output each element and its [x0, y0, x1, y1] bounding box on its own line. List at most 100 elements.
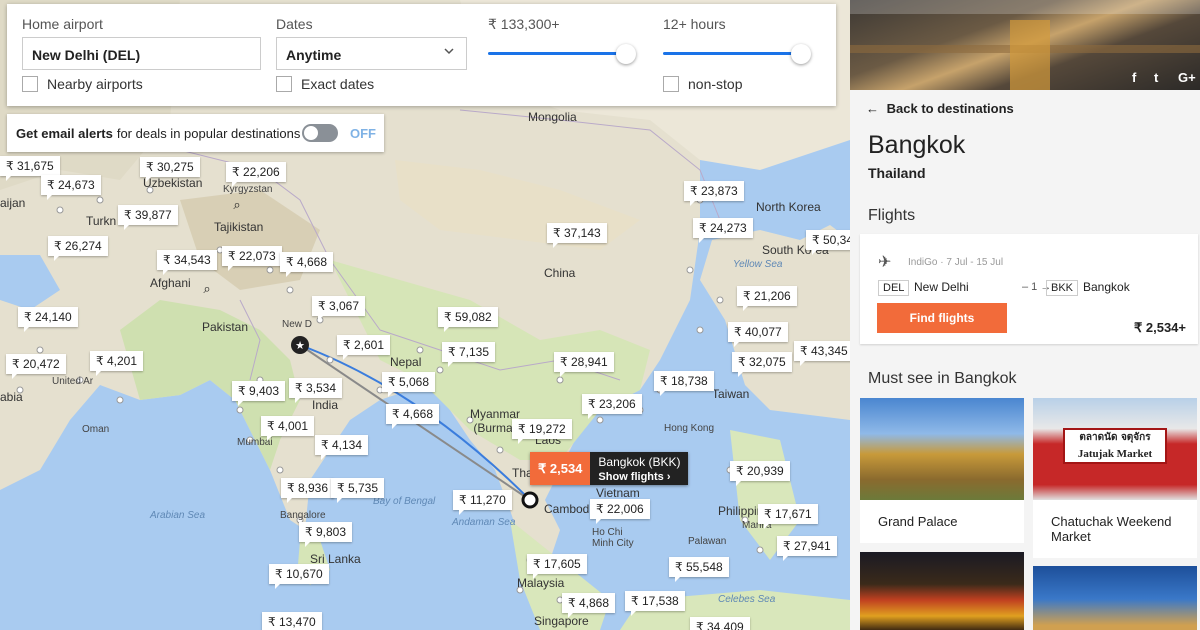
price-tag[interactable]: ₹ 37,143: [547, 223, 607, 248]
checkbox-box[interactable]: [663, 76, 679, 92]
price-slider[interactable]: [488, 44, 636, 64]
price-tag[interactable]: ₹ 8,936: [281, 478, 334, 503]
destination-popup[interactable]: ₹ 2,534 Bangkok (BKK) Show flights ›: [530, 452, 689, 485]
price-tag[interactable]: ₹ 13,470: [262, 612, 322, 630]
price-tag[interactable]: ₹ 17,605: [527, 554, 587, 579]
sign-text: ตลาดนัด จตุจักร: [1079, 432, 1151, 443]
price-tag[interactable]: ₹ 7,135: [442, 342, 495, 367]
twitter-icon[interactable]: t: [1154, 70, 1158, 85]
home-airport-input[interactable]: New Delhi (DEL): [22, 37, 261, 70]
price-tag[interactable]: ₹ 9,403: [232, 381, 285, 406]
price-tag[interactable]: ₹ 4,868: [562, 593, 615, 618]
price-tag[interactable]: ₹ 17,671: [758, 504, 818, 529]
sight-card[interactable]: Grand Palace: [860, 398, 1024, 543]
destination-city-name: Bangkok: [1083, 280, 1130, 294]
price-tag[interactable]: ₹ 11,270: [453, 490, 512, 515]
price-tag[interactable]: ₹ 4,668: [280, 252, 333, 277]
price-tag[interactable]: ₹ 4,134: [315, 435, 368, 460]
map-label: Ho Chi Minh City: [592, 527, 634, 549]
airline-dates: IndiGo · 7 Jul - 15 Jul: [908, 257, 1004, 268]
map-label: Tajikistan: [214, 220, 264, 234]
checkbox-box[interactable]: [22, 76, 38, 92]
price-tag[interactable]: ₹ 30,275: [140, 157, 200, 182]
price-tag[interactable]: ₹ 19,272: [512, 419, 572, 444]
price-tag[interactable]: ₹ 20,472: [6, 354, 66, 379]
price-tag[interactable]: ₹ 23,873: [684, 181, 744, 206]
price-tag[interactable]: ₹ 20,939: [730, 461, 790, 486]
price-tag[interactable]: ₹ 28,941: [554, 352, 614, 377]
price-tag[interactable]: ₹ 9,803: [299, 522, 352, 547]
price-tag[interactable]: ₹ 22,206: [226, 162, 286, 187]
exact-dates-checkbox[interactable]: Exact dates: [276, 76, 374, 92]
price-tag[interactable]: ₹ 4,668: [386, 404, 439, 429]
price-tag[interactable]: ₹ 24,673: [41, 175, 101, 200]
price-tag[interactable]: ₹ 24,273: [693, 218, 753, 243]
price-tag[interactable]: ₹ 5,735: [331, 478, 384, 503]
map-label: Bangalore: [280, 510, 326, 521]
alerts-title: Get email alerts: [16, 125, 113, 141]
price-tag[interactable]: ₹ 26,274: [48, 236, 108, 261]
price-tag[interactable]: ₹ 39,877: [118, 205, 178, 230]
price-tag[interactable]: ₹ 40,077: [728, 322, 788, 347]
plane-icon: ✈: [878, 254, 892, 271]
sight-card[interactable]: [1033, 566, 1197, 630]
price-tag[interactable]: ₹ 4,201: [90, 351, 143, 376]
price-tag[interactable]: ₹ 22,073: [222, 246, 282, 271]
google-plus-icon[interactable]: G+: [1178, 70, 1196, 85]
price-tag[interactable]: ₹ 31,675: [0, 156, 60, 181]
price-tag[interactable]: ₹ 24,140: [18, 307, 78, 332]
map-label: North Korea: [756, 200, 821, 214]
search-icon[interactable]: ⌕: [198, 280, 216, 298]
sight-image: ตลาดนัด จตุจักร Jatujak Market: [1033, 398, 1197, 500]
price-tag[interactable]: ₹ 21,206: [737, 286, 797, 311]
duration-slider[interactable]: [663, 44, 811, 64]
show-flights-link[interactable]: Show flights ›: [598, 471, 680, 483]
map-label: Singapore: [534, 614, 589, 628]
slider-handle[interactable]: [791, 44, 811, 64]
sight-card[interactable]: [860, 552, 1024, 630]
email-alerts-toggle[interactable]: [302, 124, 338, 142]
price-tag[interactable]: ₹ 23,206: [582, 394, 642, 419]
price-tag[interactable]: ₹ 18,738: [654, 371, 714, 396]
toggle-knob[interactable]: [304, 126, 318, 140]
price-tag[interactable]: ₹ 55,548: [669, 557, 729, 582]
price-tag[interactable]: ₹ 5,068: [382, 372, 435, 397]
nearby-airports-checkbox[interactable]: Nearby airports: [22, 76, 143, 92]
price-tag[interactable]: ₹ 59,082: [438, 307, 498, 332]
price-tag[interactable]: ₹ 34,543: [157, 250, 217, 275]
sight-image: [860, 398, 1024, 500]
svg-text:★: ★: [295, 339, 305, 352]
non-stop-checkbox[interactable]: non-stop: [663, 76, 742, 92]
sight-card[interactable]: ตลาดนัด จตุจักร Jatujak Market Chatuchak…: [1033, 398, 1197, 558]
map-label: Andaman Sea: [452, 517, 516, 528]
popup-price[interactable]: ₹ 2,534: [530, 452, 591, 485]
price-tag[interactable]: ₹ 4,001: [261, 416, 314, 441]
facebook-icon[interactable]: f: [1132, 70, 1136, 85]
price-tag[interactable]: ₹ 50,34: [806, 230, 850, 255]
map-label: Taiwan: [712, 387, 750, 401]
price-tag[interactable]: ₹ 32,075: [732, 352, 792, 377]
dates-select[interactable]: Anytime: [276, 37, 467, 70]
price-tag[interactable]: ₹ 27,941: [777, 536, 837, 561]
checkbox-box[interactable]: [276, 76, 292, 92]
sign-text: Jatujak Market: [1077, 448, 1153, 460]
arrow-left-icon: ←: [866, 101, 879, 116]
price-tag[interactable]: ₹ 3,067: [312, 296, 365, 321]
popup-destination-name: Bangkok (BKK): [598, 455, 681, 469]
price-tag[interactable]: ₹ 3,534: [289, 378, 342, 403]
find-flights-button[interactable]: Find flights: [877, 303, 1007, 333]
price-tag[interactable]: ₹ 43,345: [794, 341, 850, 366]
map-label: Turkn: [86, 214, 117, 228]
price-tag[interactable]: ₹ 22,006: [590, 499, 650, 524]
price-tag[interactable]: ₹ 34,409: [690, 617, 750, 630]
back-to-destinations-link[interactable]: ← Back to destinations: [866, 101, 1014, 116]
map-label: Hong Kong: [664, 423, 715, 434]
price-tag[interactable]: ₹ 17,538: [625, 591, 685, 616]
map-label: Oman: [82, 424, 110, 435]
back-label: Back to destinations: [886, 101, 1014, 116]
destination-city: Bangkok: [868, 131, 966, 159]
price-tag[interactable]: ₹ 2,601: [337, 335, 390, 360]
price-tag[interactable]: ₹ 10,670: [269, 564, 329, 589]
slider-handle[interactable]: [616, 44, 636, 64]
search-icon[interactable]: ⌕: [228, 196, 246, 214]
